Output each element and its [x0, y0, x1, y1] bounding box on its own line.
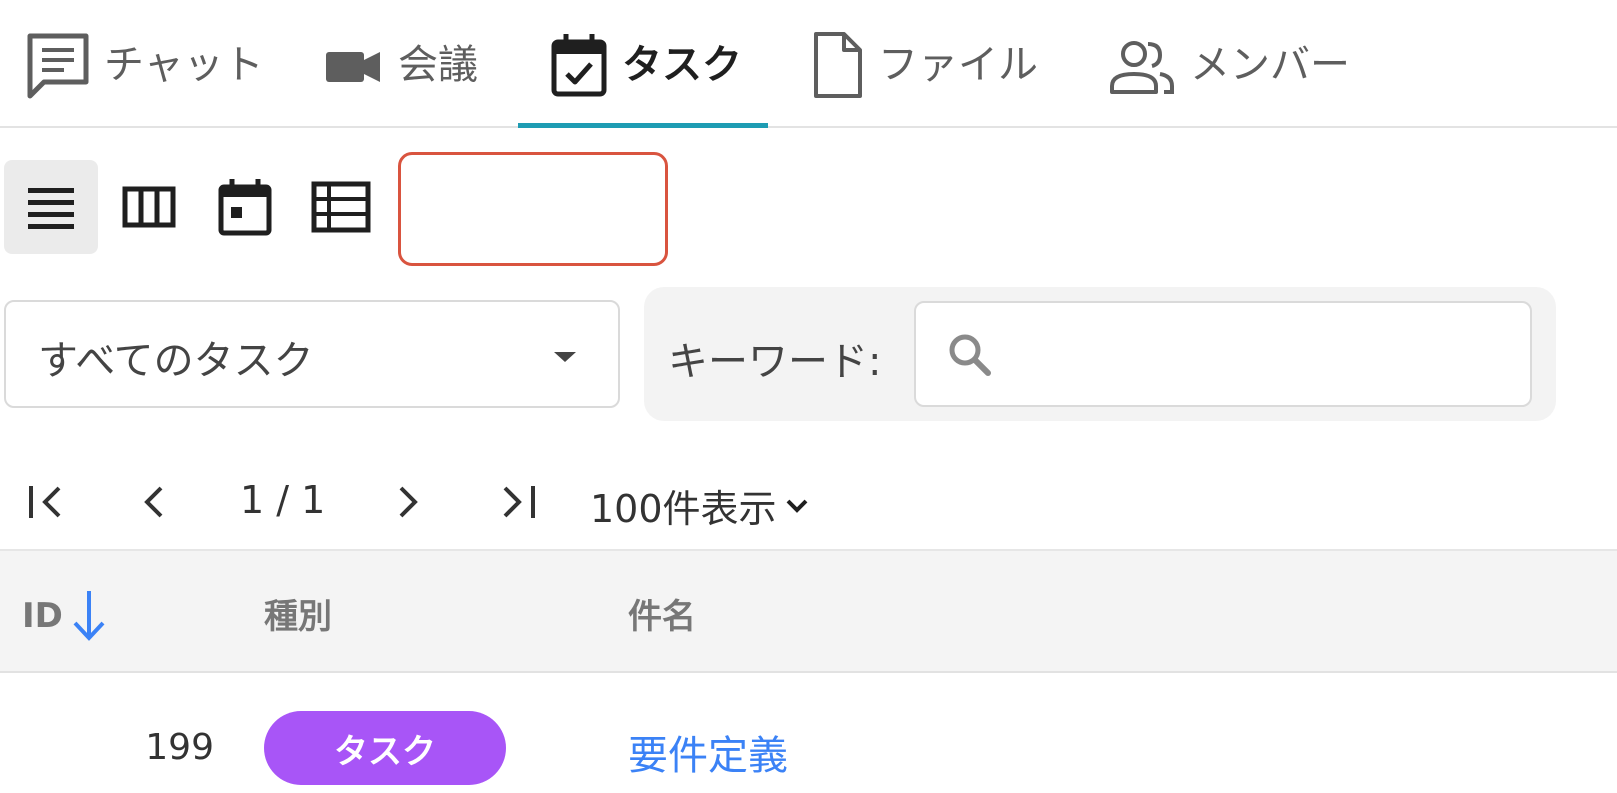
board-view-icon [122, 186, 176, 228]
people-icon [1110, 41, 1174, 94]
last-page-button[interactable] [486, 470, 550, 534]
column-header-type-label: 種別 [264, 597, 332, 637]
chat-icon [27, 33, 89, 99]
column-header-id[interactable]: ID [22, 589, 107, 643]
first-page-button[interactable] [14, 470, 78, 534]
previous-page-button[interactable] [122, 470, 186, 534]
table-header: ID 種別 件名 [0, 549, 1617, 673]
first-page-icon [29, 486, 61, 518]
calendar-check-icon [551, 34, 607, 97]
table-view-icon [311, 181, 371, 233]
column-header-id-label: ID [22, 596, 63, 636]
tab-tasks[interactable]: タスク [518, 30, 768, 128]
file-icon [814, 32, 862, 98]
video-camera-icon [326, 52, 380, 82]
column-header-title[interactable]: 件名 [628, 589, 696, 638]
keyword-search-panel: キーワード: [644, 287, 1556, 421]
tab-members[interactable]: メンバー [1108, 30, 1350, 126]
per-page-label: 100件表示 [590, 487, 777, 531]
tab-tasks-label: タスク [622, 42, 742, 88]
tab-bar: チャット 会議 タスク ファイル メンバー [0, 0, 1617, 128]
table-row[interactable]: 199 タスク 要件定義 [0, 675, 1617, 793]
tab-files[interactable]: ファイル [812, 30, 1038, 126]
keyword-search-field[interactable] [914, 301, 1532, 407]
search-icon [949, 334, 991, 376]
calendar-view-button[interactable] [198, 160, 292, 254]
tab-chat-label: チャット [104, 42, 264, 88]
board-view-button[interactable] [102, 160, 196, 254]
task-id: 199 [145, 727, 214, 768]
next-page-button[interactable] [376, 470, 440, 534]
list-view-icon [28, 188, 74, 229]
chevron-down-icon [786, 499, 807, 513]
active-tab-indicator [518, 123, 768, 128]
keyword-label: キーワード: [668, 339, 882, 385]
per-page-dropdown[interactable]: 100件表示 [590, 478, 809, 533]
column-header-title-label: 件名 [628, 597, 696, 637]
tab-meeting[interactable]: 会議 [324, 30, 478, 126]
tab-files-label: ファイル [878, 42, 1038, 88]
tab-chat[interactable]: チャット [26, 30, 264, 126]
chevron-left-icon [144, 486, 163, 518]
task-type-badge: タスク [264, 711, 506, 785]
table-view-button[interactable] [294, 160, 388, 254]
tab-meeting-label: 会議 [398, 42, 478, 88]
calendar-view-icon [218, 179, 272, 236]
last-page-icon [503, 486, 535, 518]
column-header-type[interactable]: 種別 [264, 589, 332, 638]
list-view-button[interactable] [4, 160, 98, 254]
chevron-right-icon [399, 486, 418, 518]
tab-members-label: メンバー [1190, 42, 1350, 88]
task-title-link[interactable]: 要件定義 [628, 723, 788, 781]
keyword-search-input[interactable] [1004, 333, 1484, 375]
sort-descending-icon [73, 591, 105, 641]
task-filter-value: すべてのタスク [38, 338, 314, 384]
caret-down-icon [554, 352, 576, 362]
task-filter-select[interactable]: すべてのタスク [4, 300, 620, 408]
highlighted-empty-region[interactable] [398, 152, 668, 266]
page-indicator: 1 / 1 [240, 478, 326, 522]
